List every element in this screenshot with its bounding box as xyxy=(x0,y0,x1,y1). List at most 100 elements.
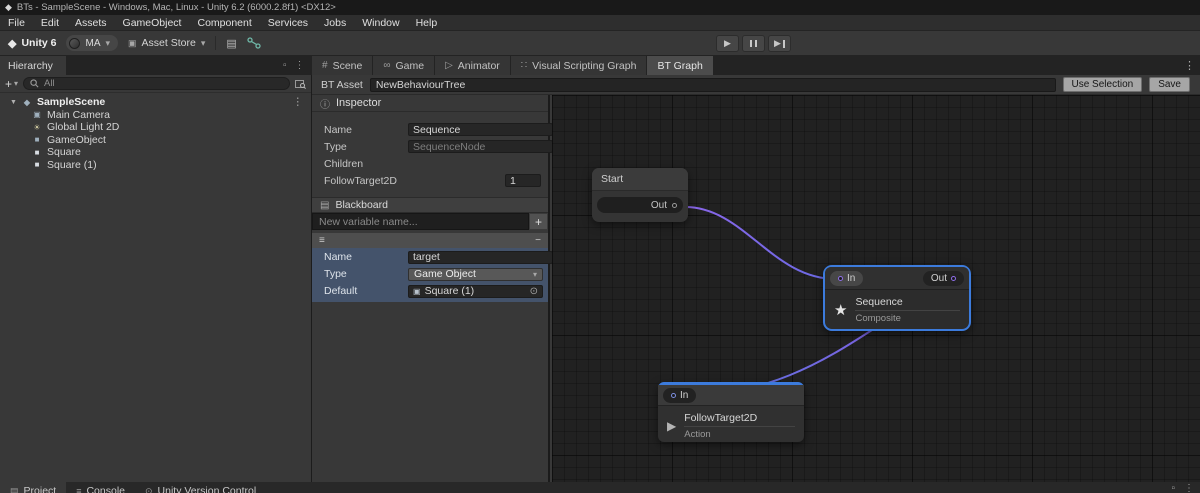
script-graph-icon[interactable] xyxy=(247,37,261,49)
hierarchy-tab-label: Hierarchy xyxy=(8,59,53,72)
hierarchy-tree: ▼ ◆ SampleScene ⋮ ▣ Main Camera ☀ Global… xyxy=(0,93,311,171)
tree-item-global-light-2d[interactable]: ☀ Global Light 2D xyxy=(0,121,311,134)
gameobject-icon: ■ xyxy=(34,135,40,145)
animator-tab-icon: ▷ xyxy=(445,60,453,71)
light-icon: ☀ xyxy=(33,122,41,132)
tab-scene[interactable]: # Scene xyxy=(312,56,373,75)
tree-item-main-camera[interactable]: ▣ Main Camera xyxy=(0,109,311,122)
out-port-icon[interactable] xyxy=(672,202,677,208)
menu-component[interactable]: Component xyxy=(189,15,259,30)
tray-icon[interactable]: ▤ xyxy=(226,37,236,50)
variable-default-object-field[interactable]: ▣ Square (1) ⊙ xyxy=(408,284,543,298)
play-button[interactable]: ▶ xyxy=(716,35,739,52)
account-label: MA xyxy=(85,37,101,49)
console-tab-icon: ≡ xyxy=(76,486,82,493)
info-icon: ⓘ xyxy=(320,99,330,111)
create-menu-button[interactable]: + ▾ xyxy=(5,77,18,91)
step-icon: ▶ xyxy=(774,38,781,48)
step-button[interactable]: ▶ xyxy=(768,35,791,52)
scene-label: SampleScene xyxy=(36,96,106,109)
search-window-icon[interactable] xyxy=(295,79,306,89)
menu-window[interactable]: Window xyxy=(354,15,407,30)
search-icon xyxy=(30,79,39,88)
scene-row[interactable]: ▼ ◆ SampleScene ⋮ xyxy=(0,96,311,109)
view-tabs: # Scene ∞ Game ▷ Animator ∷ Visual Scrip… xyxy=(312,56,713,75)
plus-icon: + xyxy=(5,76,13,91)
tab-animator[interactable]: ▷ Animator xyxy=(435,56,510,75)
node-followtarget2d[interactable]: In ▶ FollowTarget2D Action xyxy=(658,382,804,442)
tab-unity-version-control[interactable]: ⊙ Unity Version Control xyxy=(135,482,266,493)
tab-visual-scripting-graph[interactable]: ∷ Visual Scripting Graph xyxy=(510,56,647,75)
action-node-subtitle: Action xyxy=(684,429,711,440)
toolbar-separator xyxy=(215,36,217,50)
in-port-icon[interactable] xyxy=(838,275,843,281)
tab-hierarchy[interactable]: Hierarchy xyxy=(0,56,66,75)
hierarchy-menu-icon[interactable]: ⋮ xyxy=(295,60,305,71)
bt-graph-canvas[interactable]: Start Out In Out ★ Sequence Composite In… xyxy=(552,95,1200,482)
new-variable-input[interactable] xyxy=(312,213,529,230)
chevron-down-icon: ▾ xyxy=(200,37,206,48)
menu-edit[interactable]: Edit xyxy=(33,15,67,30)
use-selection-button[interactable]: Use Selection xyxy=(1062,77,1143,92)
tree-item-gameobject[interactable]: ■ GameObject xyxy=(0,134,311,147)
child-name-label: FollowTarget2D xyxy=(324,174,397,187)
hierarchy-search-input[interactable]: All xyxy=(23,77,290,90)
asset-store-label: Asset Store xyxy=(141,37,196,49)
tab-game[interactable]: ∞ Game xyxy=(373,56,435,75)
asset-store-menu[interactable]: ▣ Asset Store ▾ xyxy=(128,37,205,49)
blackboard-icon: ▤ xyxy=(320,199,330,211)
tab-project[interactable]: ▤ Project xyxy=(0,482,67,493)
visual-scripting-tab-icon: ∷ xyxy=(520,60,528,71)
menu-jobs[interactable]: Jobs xyxy=(316,15,354,30)
lock-icon[interactable]: ▫ xyxy=(283,60,287,71)
add-variable-button[interactable]: + xyxy=(529,213,548,230)
edge-start-to-sequence[interactable] xyxy=(684,206,837,280)
hierarchy-panel: + ▾ All ▼ ◆ SampleScene ⋮ ▣ Main Camera … xyxy=(0,75,312,482)
variable-name-label: Name xyxy=(324,251,353,263)
sequence-in-port[interactable]: In xyxy=(830,270,864,286)
variable-name-field[interactable] xyxy=(408,250,553,264)
expand-arrow-icon[interactable]: ▼ xyxy=(10,99,17,106)
tree-item-square-1[interactable]: ■ Square (1) xyxy=(0,159,311,172)
save-button[interactable]: Save xyxy=(1149,77,1190,92)
start-out-port[interactable]: Out xyxy=(597,197,683,213)
scene-menu-icon[interactable]: ⋮ xyxy=(293,96,304,108)
node-name-field[interactable] xyxy=(408,123,553,136)
unity-version-badge[interactable]: ◆ Unity 6 xyxy=(8,37,56,50)
node-sequence[interactable]: In Out ★ Sequence Composite xyxy=(823,265,971,331)
menu-services[interactable]: Services xyxy=(260,15,316,30)
bt-asset-label: BT Asset xyxy=(321,78,363,91)
unity-version-label: Unity 6 xyxy=(21,37,57,49)
pause-icon xyxy=(750,40,752,47)
menu-help[interactable]: Help xyxy=(408,15,446,30)
panel-menu-icon[interactable]: ⋮ xyxy=(1184,59,1195,72)
collapse-icon[interactable]: − xyxy=(535,235,541,246)
bottom-menu-icon[interactable]: ⋮ xyxy=(1184,483,1194,493)
sequence-out-port[interactable]: Out xyxy=(922,270,964,286)
variable-type-dropdown[interactable]: Game Object ▾ xyxy=(408,267,543,281)
menu-gameobject[interactable]: GameObject xyxy=(115,15,190,30)
account-menu[interactable]: MA ▾ xyxy=(66,35,119,51)
in-port-icon[interactable] xyxy=(671,392,676,398)
out-port-icon[interactable] xyxy=(951,275,956,281)
type-label: Type xyxy=(324,140,347,153)
action-in-port[interactable]: In xyxy=(663,387,697,403)
sequence-node-title: Sequence xyxy=(855,296,960,311)
tree-item-square[interactable]: ■ Square xyxy=(0,146,311,159)
node-start[interactable]: Start Out xyxy=(592,168,688,222)
lock-icon[interactable]: ▫ xyxy=(1171,483,1175,493)
bt-asset-field[interactable] xyxy=(369,77,1056,92)
drag-handle-icon[interactable]: ≡ xyxy=(319,235,325,246)
tab-console[interactable]: ≡ Console xyxy=(66,482,135,493)
start-node-title: Start xyxy=(592,168,688,191)
child-count-field[interactable] xyxy=(505,174,541,187)
pause-button[interactable] xyxy=(742,35,765,52)
menu-file[interactable]: File xyxy=(0,15,33,30)
unity-logo-icon: ◆ xyxy=(8,37,17,50)
tab-bt-graph[interactable]: BT Graph xyxy=(647,56,713,75)
bottom-tab-bar: ▤ Project ≡ Console ⊙ Unity Version Cont… xyxy=(0,482,1200,493)
sequence-node-subtitle: Composite xyxy=(855,313,901,324)
object-picker-icon[interactable]: ⊙ xyxy=(530,286,538,297)
blackboard-variable-item[interactable]: ≡ − Name Type Game Object ▾ Default xyxy=(312,233,553,302)
menu-assets[interactable]: Assets xyxy=(67,15,115,30)
